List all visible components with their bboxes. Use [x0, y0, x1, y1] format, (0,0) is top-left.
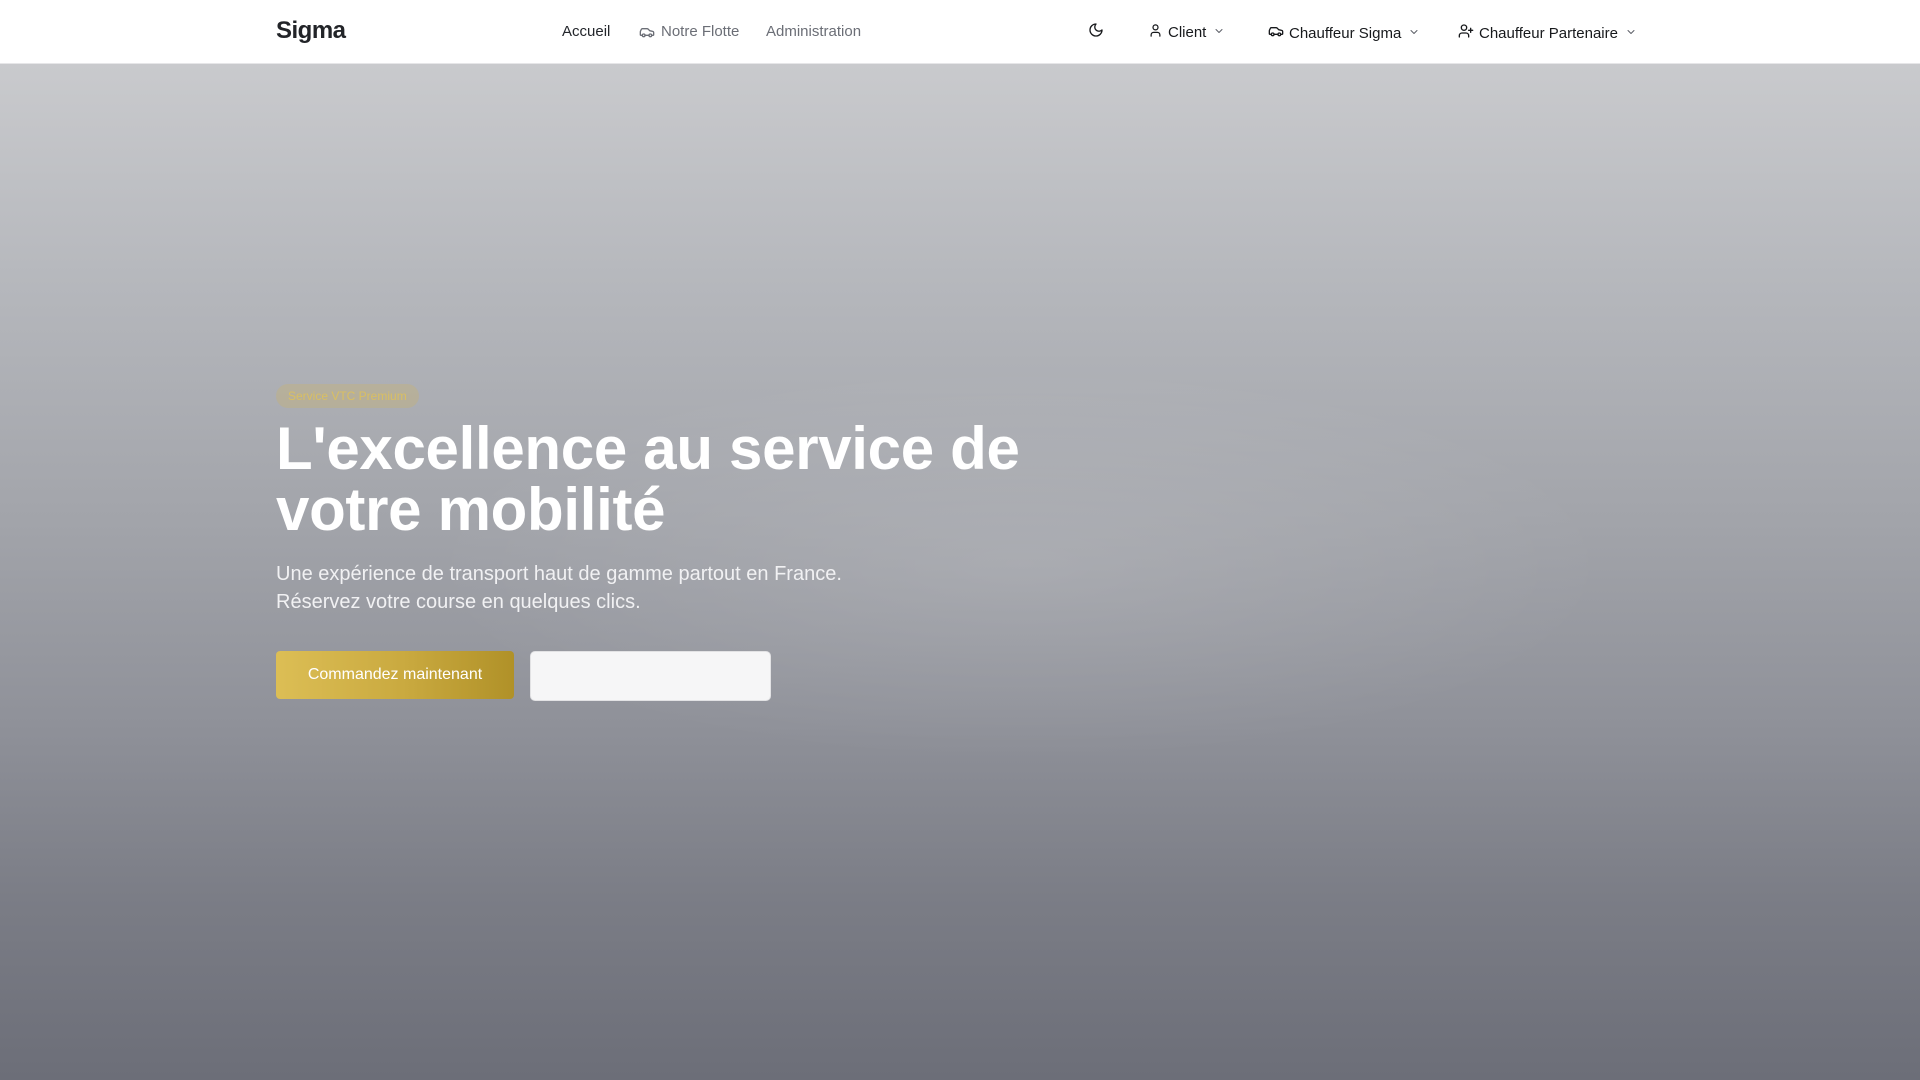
nav-link-notre-flotte[interactable]: Notre Flotte [639, 23, 739, 40]
hero-subtitle-line: Réservez votre course en quelques clics. [276, 591, 641, 613]
nav-link-label: Administration [766, 23, 862, 40]
hero-subtitle: Une expérience de transport haut de gamm… [276, 560, 896, 616]
chauffeur-partenaire-menu-button[interactable]: Chauffeur Partenaire [1458, 23, 1637, 43]
top-navbar: Sigma Accueil Notre Flotte Administratio… [0, 0, 1920, 64]
car-icon [1268, 23, 1284, 43]
chevron-down-icon [1213, 24, 1225, 41]
nav-link-label: Accueil [562, 23, 611, 40]
nav-link-accueil[interactable]: Accueil [562, 23, 610, 40]
order-now-button[interactable]: Commandez maintenant [276, 651, 514, 699]
nav-link-administration[interactable]: Administration [766, 23, 861, 40]
chauffeur-partenaire-menu-label: Chauffeur Partenaire [1479, 24, 1618, 42]
secondary-hero-button[interactable] [530, 651, 771, 701]
brand-logo[interactable]: Sigma [276, 17, 346, 45]
chevron-down-icon [1408, 25, 1420, 42]
car-icon [639, 24, 655, 40]
chauffeur-sigma-menu-button[interactable]: Chauffeur Sigma [1268, 23, 1420, 43]
user-icon [1148, 23, 1163, 42]
hero-title: L'excellence au service de votre mobilit… [276, 415, 1020, 543]
client-menu-label: Client [1168, 24, 1207, 41]
client-menu-button[interactable]: Client [1148, 23, 1225, 42]
theme-toggle-button[interactable] [1086, 22, 1106, 42]
service-badge: Service VTC Premium [276, 384, 419, 408]
hero-subtitle-line: Une expérience de transport haut de gamm… [276, 563, 842, 585]
user-plus-icon [1458, 23, 1474, 43]
nav-link-label: Notre Flotte [661, 23, 740, 40]
moon-icon [1088, 22, 1104, 43]
chevron-down-icon [1625, 25, 1637, 42]
chauffeur-sigma-menu-label: Chauffeur Sigma [1289, 24, 1402, 42]
